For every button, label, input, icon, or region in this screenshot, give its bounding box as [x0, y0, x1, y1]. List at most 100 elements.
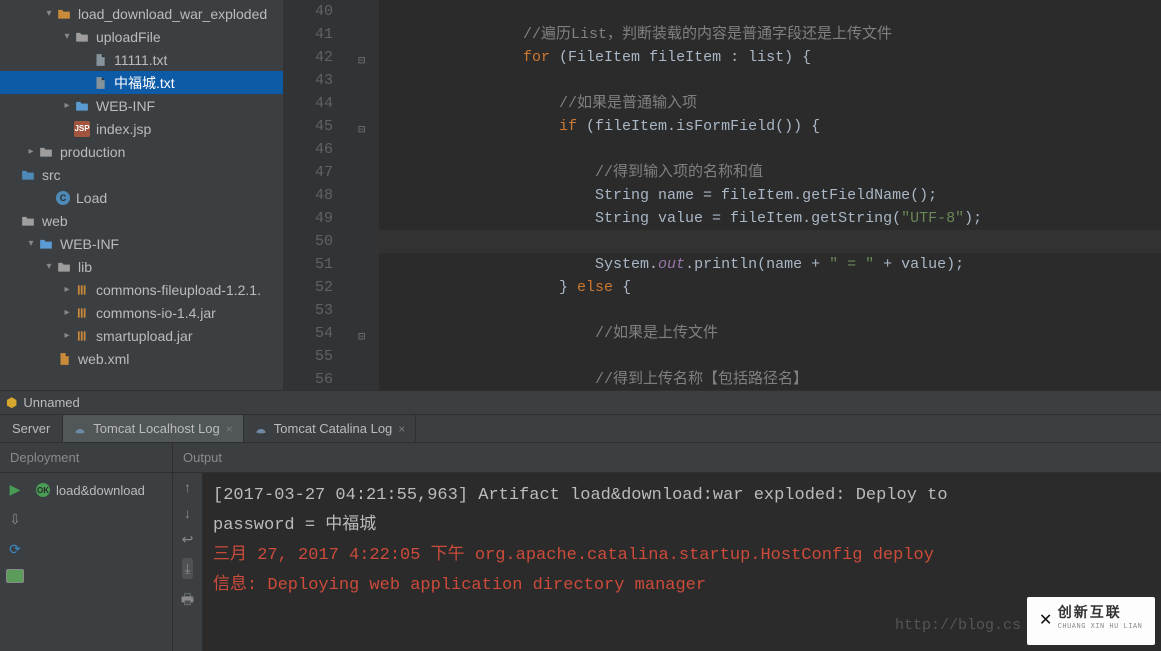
tree-item[interactable]: ▸WEB-INF	[0, 94, 283, 117]
code-line[interactable]: if (fileItem.isFormField()) {	[379, 115, 1161, 138]
tree-item[interactable]: ▾load_download_war_exploded	[0, 2, 283, 25]
tree-item[interactable]: ▸smartupload.jar	[0, 324, 283, 347]
chevron-right-icon[interactable]: ▸	[60, 100, 74, 111]
artifact-label: load&download	[56, 483, 145, 498]
tree-item[interactable]: web.xml	[0, 347, 283, 370]
fold-icon[interactable]: ⊟	[358, 119, 365, 142]
tree-item[interactable]: ▾WEB-INF	[0, 232, 283, 255]
code-line[interactable]: //如果是普通输入项	[379, 92, 1161, 115]
console-line: 三月 27, 2017 4:22:05 下午 org.apache.catali…	[213, 541, 1151, 571]
deploy-run-icon[interactable]: ▶	[5, 479, 25, 499]
line-number[interactable]: 44	[283, 92, 333, 115]
fold-column[interactable]: ⊟ ⊟ ⊟	[353, 0, 379, 390]
tree-item[interactable]: ▸ commons-fileupload-1.2.1.	[0, 278, 283, 301]
line-number[interactable]: 49	[283, 207, 333, 230]
editor-code[interactable]: //遍历List，判断装载的内容是普通字段还是上传文件 for (FileIte…	[379, 0, 1161, 390]
line-number[interactable]: 56	[283, 368, 333, 390]
tree-item-label: commons-fileupload-1.2.1.	[96, 282, 261, 298]
line-number[interactable]: 45	[283, 115, 333, 138]
code-line[interactable]: } else {	[379, 276, 1161, 299]
artifact-row[interactable]: OK load&download	[36, 479, 166, 501]
line-number[interactable]: 42	[283, 46, 333, 69]
tree-item[interactable]: web	[0, 209, 283, 232]
deploy-down-icon[interactable]: ⇩	[5, 509, 25, 529]
line-number[interactable]: 52	[283, 276, 333, 299]
close-icon[interactable]: ×	[398, 422, 405, 436]
project-tree[interactable]: ▾load_download_war_exploded▾uploadFile 11…	[0, 0, 283, 390]
code-line[interactable]	[379, 69, 1161, 92]
code-line[interactable]: //得到上传名称【包括路径名】	[379, 368, 1161, 390]
print-icon[interactable]: 🖶	[181, 589, 194, 613]
folder-icon	[74, 98, 90, 114]
line-number[interactable]: 50	[283, 230, 333, 253]
tree-item[interactable]: ▾uploadFile	[0, 25, 283, 48]
soft-wrap-icon[interactable]: ↩	[182, 531, 194, 548]
code-line[interactable]: //遍历List，判断装载的内容是普通字段还是上传文件	[379, 23, 1161, 46]
code-line[interactable]	[379, 0, 1161, 23]
code-line[interactable]: //如果是上传文件	[379, 322, 1161, 345]
line-number[interactable]: 40	[283, 0, 333, 23]
console-line: password = 中福城	[213, 511, 1151, 541]
close-icon[interactable]: ×	[226, 422, 233, 436]
tree-item[interactable]: ▸production	[0, 140, 283, 163]
output-toolbar[interactable]: ↑ ↓ ↩ ⤓ 🖶	[173, 473, 203, 651]
chevron-right-icon[interactable]: ▸	[24, 146, 38, 157]
tree-item[interactable]: CLoad	[0, 186, 283, 209]
chevron-down-icon[interactable]: ▾	[60, 31, 74, 42]
code-line[interactable]	[379, 345, 1161, 368]
tree-item[interactable]: ▸commons-io-1.4.jar	[0, 301, 283, 324]
scroll-down-icon[interactable]: ↓	[184, 505, 191, 521]
line-number[interactable]: 51	[283, 253, 333, 276]
line-number[interactable]: 48	[283, 184, 333, 207]
tree-item[interactable]: 中福城.txt	[0, 71, 283, 94]
text-file-icon	[92, 52, 108, 68]
code-line[interactable]: for (FileItem fileItem : list) {	[379, 46, 1161, 69]
deployment-header: Deployment	[0, 443, 172, 473]
run-tabbar[interactable]: Server Tomcat Localhost Log×Tomcat Catal…	[0, 415, 1161, 443]
fold-icon[interactable]: ⊟	[358, 50, 365, 73]
scroll-up-icon[interactable]: ↑	[184, 479, 191, 495]
deploy-box-icon[interactable]	[6, 569, 24, 583]
line-number[interactable]: 47	[283, 161, 333, 184]
chevron-down-icon[interactable]: ▾	[24, 238, 38, 249]
tree-item[interactable]: src	[0, 163, 283, 186]
line-number[interactable]: 54	[283, 322, 333, 345]
console-output[interactable]: [2017-03-27 04:21:55,963] Artifact load&…	[203, 473, 1161, 651]
run-panel: Deployment ▶ ⇩ ⟳ OK load&download Output…	[0, 443, 1161, 651]
line-number[interactable]: 55	[283, 345, 333, 368]
log-tab[interactable]: Tomcat Catalina Log×	[244, 415, 417, 442]
folder-icon	[38, 236, 54, 252]
code-line[interactable]	[379, 230, 1161, 253]
code-line[interactable]	[379, 138, 1161, 161]
line-number[interactable]: 41	[283, 23, 333, 46]
tomcat-icon	[73, 422, 87, 436]
chevron-right-icon[interactable]: ▸	[60, 307, 74, 318]
tree-item[interactable]: 11111.txt	[0, 48, 283, 71]
chevron-down-icon[interactable]: ▾	[42, 8, 56, 19]
code-line[interactable]: //得到输入项的名称和值	[379, 161, 1161, 184]
deploy-refresh-icon[interactable]: ⟳	[5, 539, 25, 559]
jar-icon	[74, 282, 90, 298]
fold-icon[interactable]: ⊟	[358, 326, 365, 349]
tab-server[interactable]: Server	[0, 415, 63, 442]
code-line[interactable]: System.out.println(name + " = " + value)…	[379, 253, 1161, 276]
line-number[interactable]: 53	[283, 299, 333, 322]
tree-item-label: 11111.txt	[114, 52, 167, 68]
deploy-toolbar[interactable]: ▶ ⇩ ⟳	[0, 473, 30, 651]
code-line[interactable]: String name = fileItem.getFieldName();	[379, 184, 1161, 207]
code-line[interactable]: String value = fileItem.getString("UTF-8…	[379, 207, 1161, 230]
folder-icon	[56, 259, 72, 275]
code-editor[interactable]: 4041424344454647484950515253545556 ⊟ ⊟ ⊟ /…	[283, 0, 1161, 390]
chevron-down-icon[interactable]: ▾	[42, 261, 56, 272]
deploy-list[interactable]: OK load&download	[30, 473, 172, 651]
chevron-right-icon[interactable]: ▸	[60, 330, 74, 341]
console-line: [2017-03-27 04:21:55,963] Artifact load&…	[213, 481, 1151, 511]
code-line[interactable]	[379, 299, 1161, 322]
line-number[interactable]: 43	[283, 69, 333, 92]
tree-item[interactable]: JSPindex.jsp	[0, 117, 283, 140]
chevron-right-icon[interactable]: ▸	[60, 284, 74, 295]
log-tab[interactable]: Tomcat Localhost Log×	[63, 415, 243, 442]
scroll-to-end-icon[interactable]: ⤓	[182, 558, 192, 579]
tree-item[interactable]: ▾lib	[0, 255, 283, 278]
line-number[interactable]: 46	[283, 138, 333, 161]
